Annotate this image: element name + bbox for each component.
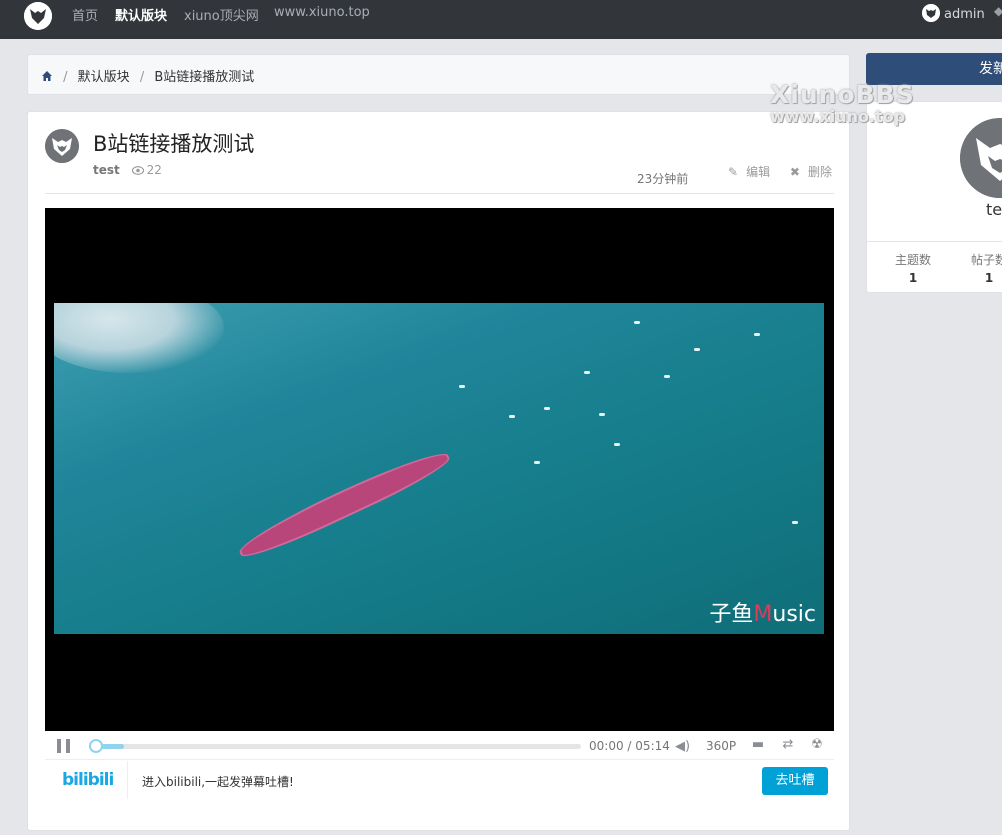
top-navbar: 首页 默认版块 xiuno顶尖网 www.xiuno.top admin ◆ [0,0,1002,39]
nav-xiuno-link[interactable]: xiuno顶尖网 [184,5,259,24]
loop-icon[interactable]: ⇄ [780,738,796,752]
nav-home-link[interactable]: 首页 [72,5,98,24]
bird-shape [664,375,670,378]
thread-title: B站链接播放测试 [93,132,255,156]
author-name[interactable]: test [93,163,120,177]
bird-shape [614,443,620,446]
watermark-text: 子鱼 [709,602,754,627]
duration: 05:14 [635,739,670,753]
time-separator: / [627,739,632,753]
stat-value: 1 [908,271,918,285]
video-frame: 子鱼Music [54,303,824,634]
quality-selector[interactable]: 360P [706,739,736,753]
watermark-line-1: XiunoBBS [770,80,915,109]
thread-post-card: B站链接播放测试 test 23分钟前 22 ✎ 编辑 ✖ 删除 子鱼Music [27,111,850,831]
bird-shape [599,413,605,416]
pause-button[interactable] [57,739,71,753]
post-meta: test 23分钟前 22 [93,163,688,186]
nav-user-menu[interactable]: admin [922,4,985,22]
progress-knob[interactable] [89,739,103,753]
pause-icon [66,739,70,753]
delete-label: 删除 [807,165,832,179]
bird-shape [694,348,700,351]
breadcrumb-thread-link[interactable]: B站链接播放测试 [154,70,254,85]
bird-shape [534,461,540,464]
cloud-shape [54,303,224,373]
progress-bar[interactable] [89,739,581,753]
post-time: 23分钟前 [637,172,689,186]
author-avatar-icon[interactable] [45,129,79,163]
watermark-m: M [753,602,773,627]
bilibili-logo-text: bilibili [62,770,114,790]
bird-shape [754,333,760,336]
brand-watermark: XiunoBBS www.xiuno.top [770,80,915,126]
sidebar-username[interactable]: te [986,200,1002,219]
player-controls: 00:00 / 05:14 ◀) 360P ▬ ⇄ ☢ [45,732,834,760]
stat-posts: 帖子数 1 [954,251,1002,285]
stat-label: 主题数 [894,253,931,267]
divider [45,193,834,194]
logout-icon[interactable]: ◆ [994,4,1002,18]
bird-shape [634,321,640,324]
bird-shape [459,385,465,388]
post-actions: ✎ 编辑 ✖ 删除 [712,163,832,180]
user-info-card: te 主题数 1 帖子数 1 [866,101,1002,293]
user-avatar-icon [922,4,940,22]
divider [867,241,1002,242]
delete-button[interactable]: ✖ 删除 [782,165,832,179]
nav-username: admin [944,7,985,22]
video-player[interactable]: 子鱼Music [45,208,834,731]
site-logo-icon[interactable] [24,2,52,30]
eye-icon [131,166,144,175]
bilibili-logo-icon[interactable]: bilibili [45,761,128,799]
home-icon[interactable] [41,70,53,82]
breadcrumb-forum-link[interactable]: 默认版块 [78,70,130,85]
danmaku-icon[interactable]: ▬ [750,738,766,752]
stat-label: 帖子数 [970,253,1002,267]
time-display: 00:00 / 05:14 [589,739,670,753]
close-icon: ✖ [789,165,800,179]
nav-website-link[interactable]: www.xiuno.top [274,5,370,20]
volume-icon[interactable]: ◀) [675,739,690,754]
settings-icon[interactable]: ☢ [809,738,825,752]
view-count: 22 [146,163,162,177]
danmaku-comment-button[interactable]: 去吐槽 [762,767,828,795]
boat-shape [234,443,454,565]
edit-label: 编辑 [746,165,771,179]
bilibili-bar: bilibili 进入bilibili,一起发弹幕吐槽! 去吐槽 [45,761,834,799]
bird-shape [509,415,515,418]
breadcrumb: / 默认版块 / B站链接播放测试 [27,54,850,95]
breadcrumb-separator: / [63,70,68,85]
bilibili-prompt: 进入bilibili,一起发弹幕吐槽! [142,775,294,789]
user-avatar-icon[interactable] [960,118,1002,198]
breadcrumb-separator: / [139,70,145,85]
bird-shape [792,521,798,524]
pause-icon [57,739,61,753]
edit-icon: ✎ [728,165,739,179]
stat-value: 1 [984,271,994,285]
bird-shape [544,407,550,410]
watermark-line-2: www.xiuno.top [770,107,906,126]
bird-shape [584,371,590,374]
nav-default-forum-link[interactable]: 默认版块 [115,5,167,24]
stat-threads: 主题数 1 [878,251,948,285]
video-watermark: 子鱼Music [709,596,816,628]
edit-button[interactable]: ✎ 编辑 [720,165,770,179]
current-time: 00:00 [589,739,624,753]
watermark-rest: usic [772,602,816,627]
